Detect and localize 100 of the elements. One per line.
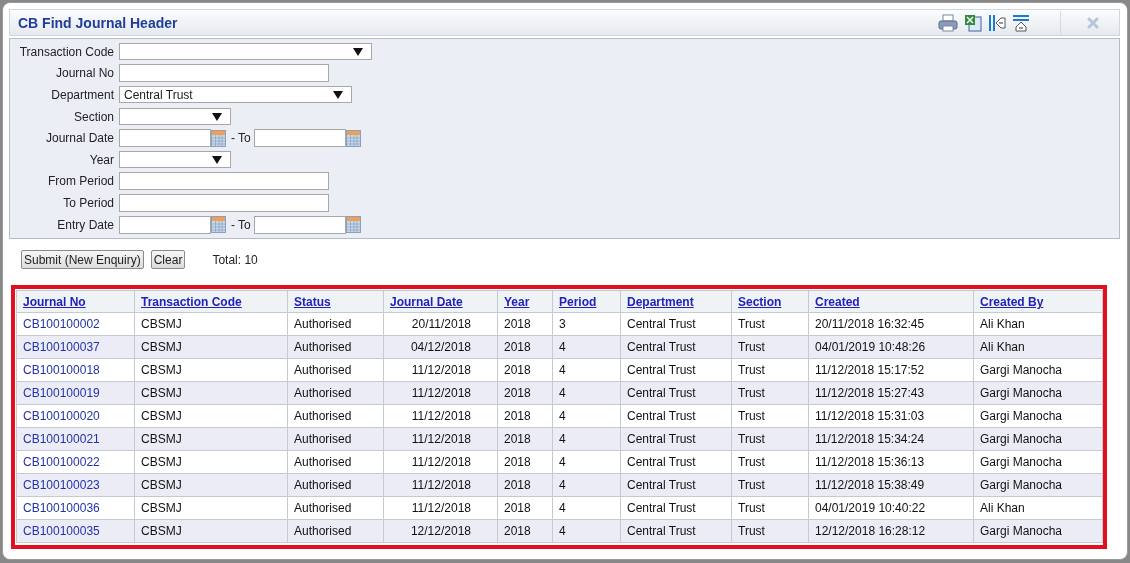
- table-cell: CBSMJ: [134, 381, 288, 405]
- to-label: - To: [231, 217, 251, 232]
- dropdown[interactable]: [119, 151, 231, 169]
- date-field[interactable]: [253, 129, 346, 148]
- journal-link[interactable]: CB100100036: [16, 496, 135, 520]
- column-header[interactable]: Period: [552, 290, 621, 313]
- table-cell: Gargi Manocha: [973, 404, 1103, 428]
- caret-icon: [333, 91, 343, 99]
- caret-icon: [353, 47, 363, 56]
- table-cell: Gargi Manocha: [973, 519, 1103, 543]
- table-cell: 4: [552, 358, 621, 382]
- table-cell: Authorised: [287, 358, 384, 382]
- table-cell: 12/12/2018 16:28:12: [808, 519, 974, 543]
- table-cell: 04/01/2019 10:48:26: [808, 335, 974, 359]
- column-header[interactable]: Status: [287, 290, 384, 313]
- input-field[interactable]: [119, 172, 329, 191]
- column-header[interactable]: Journal No: [16, 290, 135, 313]
- clear-button[interactable]: Clear: [150, 250, 186, 270]
- table-cell: Ali Khan: [973, 496, 1103, 520]
- field-label: To Period: [62, 195, 114, 210]
- table-cell: 4: [552, 496, 621, 520]
- table-cell: Authorised: [287, 496, 384, 520]
- column-header[interactable]: Year: [497, 290, 553, 313]
- table-cell: Gargi Manocha: [973, 450, 1103, 474]
- column-header[interactable]: Created By: [973, 290, 1103, 313]
- table-cell: CBSMJ: [134, 473, 288, 497]
- close-icon[interactable]: [1087, 16, 1099, 29]
- table-cell: 12/12/2018: [383, 519, 498, 543]
- table-cell: Trust: [731, 496, 809, 520]
- table-cell: 11/12/2018: [383, 496, 498, 520]
- date-field[interactable]: [119, 129, 211, 148]
- table-cell: Trust: [731, 312, 809, 336]
- table-cell: 11/12/2018 15:17:52: [808, 358, 974, 382]
- table-cell: CBSMJ: [134, 427, 288, 451]
- submit-button[interactable]: Submit (New Enquiry): [21, 250, 144, 270]
- table-cell: 2018: [497, 404, 553, 428]
- table-cell: 4: [552, 404, 621, 428]
- table-cell: 2018: [497, 496, 553, 520]
- table-cell: Authorised: [287, 404, 384, 428]
- table-cell: Ali Khan: [973, 335, 1103, 359]
- calendar-icon[interactable]: [345, 129, 361, 147]
- journal-link[interactable]: CB100100037: [16, 335, 135, 359]
- table-cell: 11/12/2018: [383, 450, 498, 474]
- table-cell: Ali Khan: [973, 312, 1103, 336]
- print-icon[interactable]: [938, 13, 958, 32]
- table-cell: 20/11/2018 16:32:45: [808, 312, 974, 336]
- column-header[interactable]: Journal Date: [383, 290, 498, 313]
- table-cell: Central Trust: [620, 358, 732, 382]
- field-label: Year: [88, 152, 114, 167]
- table-cell: Gargi Manocha: [973, 427, 1103, 451]
- calendar-icon[interactable]: [211, 216, 226, 234]
- table-cell: 11/12/2018: [383, 404, 498, 428]
- journal-link[interactable]: CB100100018: [16, 358, 135, 382]
- column-header[interactable]: Transaction Code: [134, 290, 288, 313]
- column-header[interactable]: Created: [808, 290, 974, 313]
- input-field[interactable]: [119, 193, 329, 212]
- dropdown[interactable]: [119, 108, 231, 126]
- journal-link[interactable]: CB100100020: [16, 404, 135, 428]
- total-count: Total: 10: [212, 252, 258, 267]
- table-cell: CBSMJ: [134, 335, 288, 359]
- column-header[interactable]: Department: [620, 290, 732, 313]
- date-field[interactable]: [119, 215, 211, 234]
- field-label: Section: [72, 109, 114, 124]
- input-field[interactable]: [119, 64, 329, 83]
- table-cell: 2018: [497, 312, 553, 336]
- journal-link[interactable]: CB100100021: [16, 427, 135, 451]
- field-label: Department: [50, 88, 114, 102]
- table-cell: Gargi Manocha: [973, 358, 1103, 382]
- table-cell: Central Trust: [620, 335, 732, 359]
- table-cell: Central Trust: [620, 450, 732, 474]
- table-cell: Gargi Manocha: [973, 381, 1103, 405]
- table-cell: Central Trust: [620, 519, 732, 543]
- field-label: Transaction Code: [18, 44, 114, 59]
- spreadsheet-icon[interactable]: [964, 13, 982, 32]
- table-cell: CBSMJ: [134, 404, 288, 428]
- table-cell: 20/11/2018: [383, 312, 498, 336]
- journal-link[interactable]: CB100100019: [16, 381, 135, 405]
- journal-link[interactable]: CB100100002: [16, 312, 135, 336]
- dropdown[interactable]: [119, 43, 372, 61]
- table-cell: 04/12/2018: [383, 335, 498, 359]
- journal-link[interactable]: CB100100022: [16, 450, 135, 474]
- table-cell: 11/12/2018: [383, 427, 498, 451]
- table-cell: 11/12/2018 15:36:13: [808, 450, 974, 474]
- collapse-left-icon[interactable]: [988, 13, 1006, 32]
- calendar-icon[interactable]: [211, 129, 226, 147]
- table-cell: 2018: [497, 450, 553, 474]
- journal-link[interactable]: CB100100023: [16, 473, 135, 497]
- column-header[interactable]: Section: [731, 290, 809, 313]
- dropdown[interactable]: Central Trust: [119, 86, 352, 104]
- journal-link[interactable]: CB100100035: [16, 519, 135, 543]
- caret-icon: [212, 155, 222, 164]
- to-label: - To: [231, 131, 251, 146]
- field-label: Journal No: [54, 66, 114, 81]
- date-field[interactable]: [253, 215, 346, 234]
- table-cell: 3: [552, 312, 621, 336]
- table-cell: Central Trust: [620, 381, 732, 405]
- table-cell: 11/12/2018 15:27:43: [808, 381, 974, 405]
- collapse-up-icon[interactable]: [1012, 13, 1030, 32]
- table-cell: Trust: [731, 358, 809, 382]
- calendar-icon[interactable]: [345, 216, 361, 234]
